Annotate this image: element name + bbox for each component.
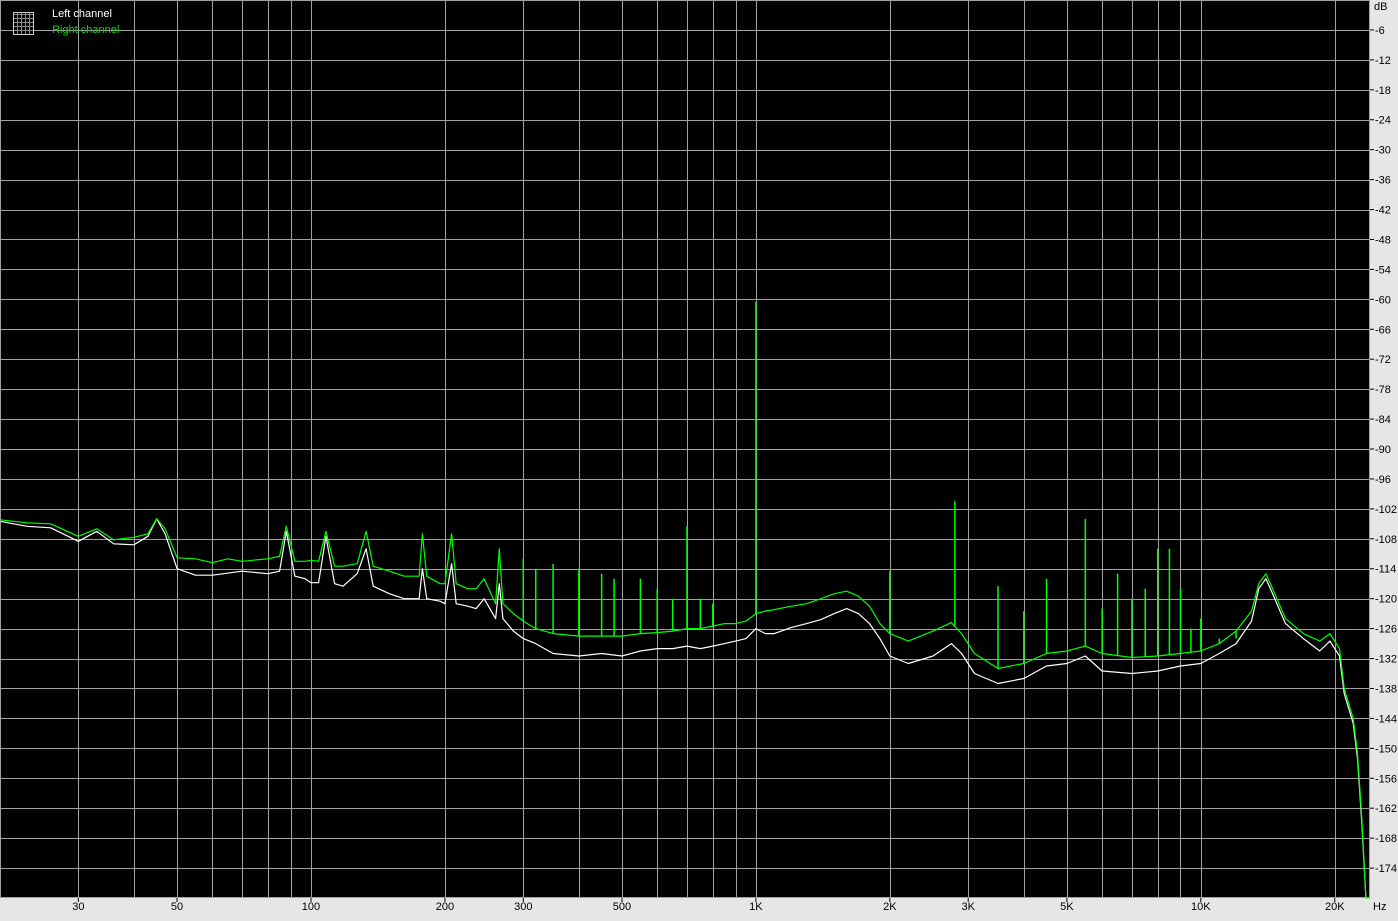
y-tick-label: -18	[1375, 85, 1391, 97]
x-tick-label: 20K	[1325, 901, 1345, 913]
x-tick-label: 1K	[749, 901, 763, 913]
x-tick-label: 5K	[1060, 901, 1074, 913]
x-tick-label: 2K	[883, 901, 897, 913]
legend-right-channel: Right channel	[52, 24, 120, 36]
y-tick-label: -84	[1375, 414, 1391, 426]
y-tick-label: -6	[1375, 25, 1385, 37]
y-axis-unit: dB	[1374, 1, 1387, 13]
y-tick-label: -150	[1375, 743, 1397, 755]
y-tick-label: -96	[1375, 474, 1391, 486]
y-tick-label: -42	[1375, 205, 1391, 217]
x-tick-label: 200	[436, 901, 454, 913]
y-tick-label: -60	[1375, 294, 1391, 306]
y-tick-label: -102	[1375, 504, 1397, 516]
y-tick-label: -30	[1375, 145, 1391, 157]
y-tick-label: -36	[1375, 175, 1391, 187]
x-tick-label: 50	[171, 901, 183, 913]
y-tick-label: -156	[1375, 773, 1397, 785]
x-axis-tick-labels: 30 50 100 200 300 500 1K 2K 3K 5K 10K 20K	[72, 898, 1345, 913]
y-tick-label: -48	[1375, 234, 1391, 246]
y-tick-label: -138	[1375, 683, 1397, 695]
y-tick-label: -168	[1375, 833, 1397, 845]
y-tick-label: -120	[1375, 594, 1397, 606]
y-tick-label: -12	[1375, 55, 1391, 67]
y-tick-label: -162	[1375, 803, 1397, 815]
y-tick-label: -114	[1375, 564, 1396, 576]
y-tick-label: -126	[1375, 624, 1397, 636]
y-tick-label: -132	[1375, 654, 1397, 666]
x-axis-unit: Hz	[1373, 901, 1386, 913]
x-tick-label: 300	[514, 901, 532, 913]
y-tick-label: -66	[1375, 324, 1391, 336]
x-tick-label: 30	[72, 901, 84, 913]
x-tick-label: 100	[302, 901, 320, 913]
legend-left-channel: Left channel	[52, 8, 112, 20]
y-tick-label: -24	[1375, 115, 1391, 127]
y-tick-label: -90	[1375, 444, 1391, 456]
x-tick-label: 500	[613, 901, 631, 913]
x-tick-label: 10K	[1191, 901, 1211, 913]
y-tick-label: -54	[1375, 264, 1391, 276]
y-tick-label: -144	[1375, 713, 1397, 725]
y-tick-label: -108	[1375, 534, 1397, 546]
y-tick-label: -174	[1375, 863, 1397, 875]
y-tick-label: -72	[1375, 354, 1391, 366]
legend-grid-icon[interactable]	[13, 12, 34, 35]
spectrum-plot-svg: -6 -12 -18 -24 -30 -36 -42 -48 -54 -60 -66 -72 -78 -8…	[0, 0, 1397, 913]
x-tick-label: 3K	[961, 901, 975, 913]
y-axis-tick-labels: -6 -12 -18 -24 -30 -36 -42 -48 -54 -60 -66 -72 -78 -8…	[1370, 25, 1397, 875]
spectrum-chart: -6 -12 -18 -24 -30 -36 -42 -48 -54 -60 -66 -72 -78 -8…	[0, 0, 1398, 916]
y-tick-label: -78	[1375, 384, 1391, 396]
